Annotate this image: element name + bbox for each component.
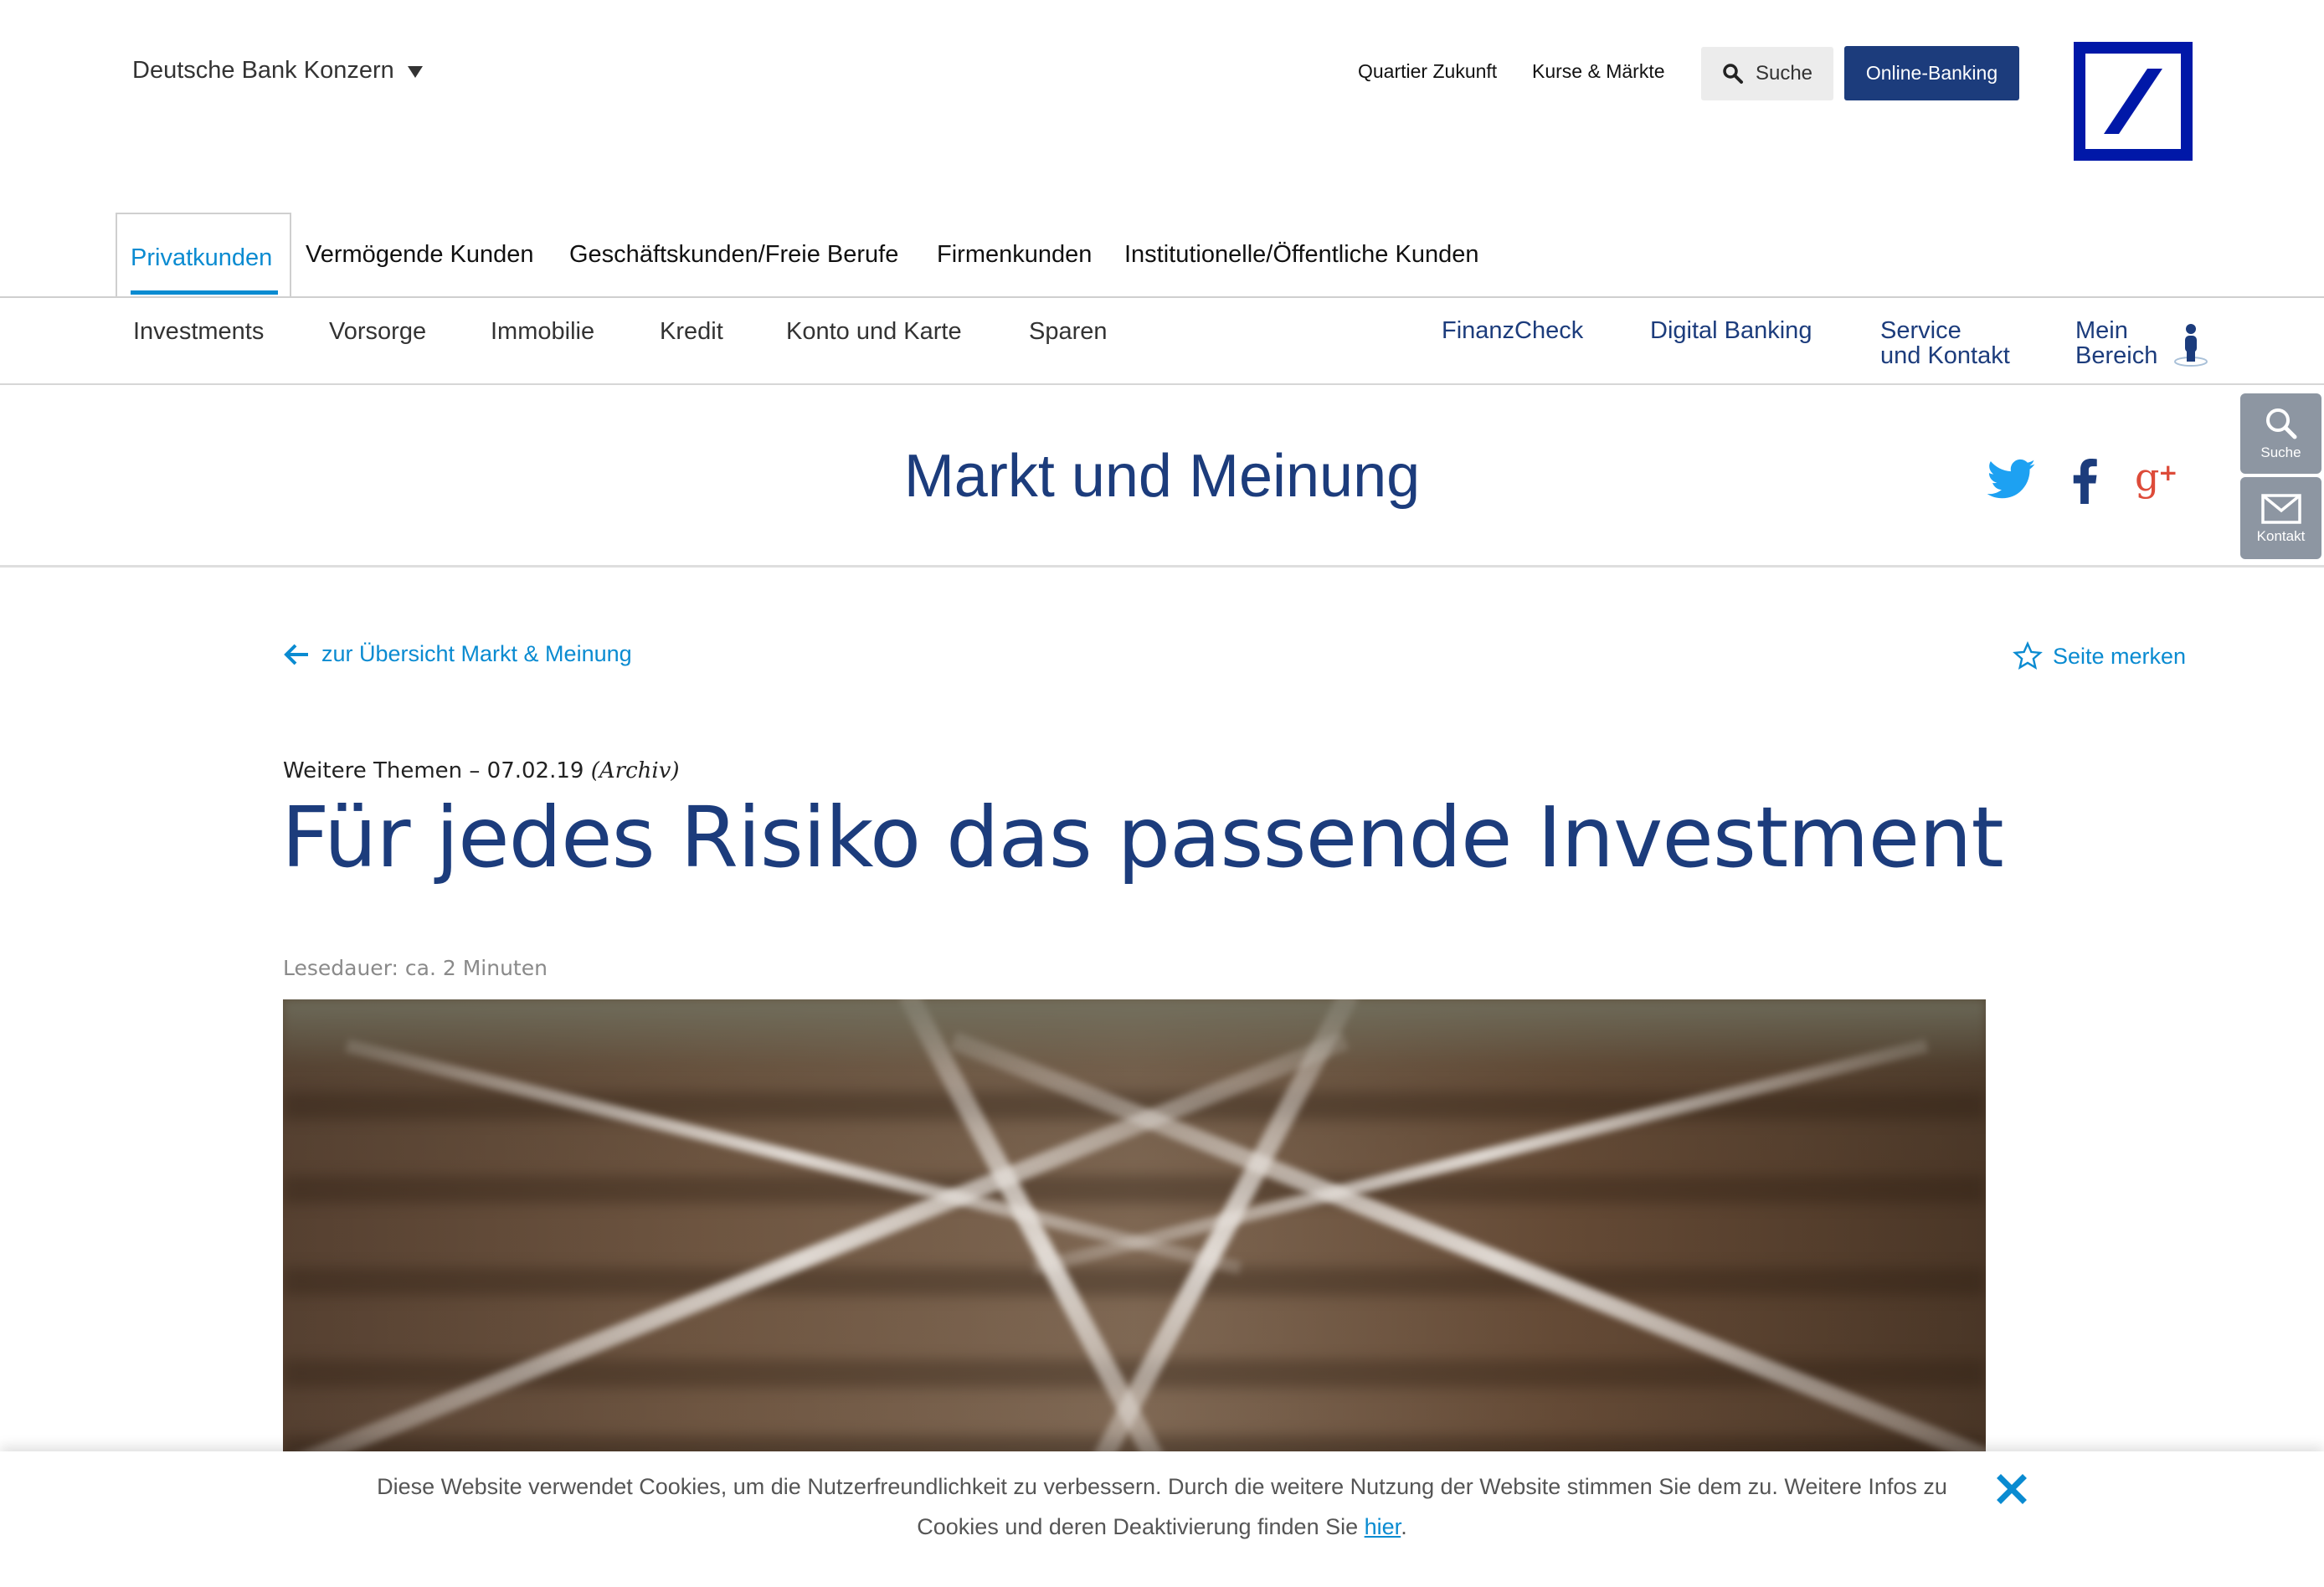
star-icon: [2013, 641, 2043, 670]
search-icon: [1723, 64, 1743, 84]
service-line-1: Service: [1880, 317, 1962, 344]
back-to-overview-link[interactable]: zur Übersicht Markt & Meinung: [283, 641, 632, 667]
svg-text:+: +: [2158, 459, 2177, 486]
konzern-dropdown[interactable]: Deutsche Bank Konzern: [132, 57, 423, 85]
chevron-down-icon: [407, 66, 423, 78]
subnav-vorsorge[interactable]: Vorsorge: [329, 318, 426, 346]
subnav-investments[interactable]: Investments: [133, 318, 264, 346]
article-category-date: Weitere Themen – 07.02.19: [283, 758, 584, 783]
close-icon[interactable]: [1992, 1470, 2031, 1508]
tab-firmenkunden[interactable]: Firmenkunden: [937, 241, 1092, 269]
divider: [0, 565, 2324, 568]
subnav-mein-bereich[interactable]: Mein Bereich: [2075, 318, 2209, 368]
active-tab-indicator: [131, 290, 278, 295]
service-line-2: und Kontakt: [1880, 342, 2010, 369]
subnav-kredit[interactable]: Kredit: [660, 318, 723, 346]
article-headline: Für jedes Risiko das passende Investment: [281, 788, 2004, 886]
subnav-konto-karte[interactable]: Konto und Karte: [786, 318, 962, 346]
cookie-text: Diese Website verwendet Cookies, um die …: [377, 1474, 1947, 1539]
side-contact-label: Kontakt: [2256, 528, 2306, 544]
side-contact-button[interactable]: Kontakt: [2240, 477, 2321, 559]
tab-geschaeftskunden[interactable]: Geschäftskunden/Freie Berufe: [569, 241, 898, 269]
facebook-icon[interactable]: [2072, 459, 2097, 504]
deutsche-bank-logo[interactable]: [2074, 42, 2193, 161]
logo-slash-icon: [2104, 69, 2162, 134]
subnav-immobilie[interactable]: Immobilie: [491, 318, 594, 346]
twitter-icon[interactable]: [1987, 459, 2036, 501]
google-plus-icon[interactable]: g +: [2135, 455, 2178, 502]
article-hero-image: [283, 999, 1986, 1468]
divider: [0, 383, 2324, 385]
tab-vermoegende-kunden[interactable]: Vermögende Kunden: [306, 241, 534, 269]
tab-institutionelle[interactable]: Institutionelle/Öffentliche Kunden: [1124, 241, 1478, 269]
cookie-info-link[interactable]: hier: [1365, 1514, 1401, 1539]
cookie-text-end: .: [1401, 1514, 1407, 1539]
bookmark-label: Seite merken: [2053, 643, 2187, 669]
archive-label: (Archiv): [590, 758, 680, 783]
subnav-finanzcheck[interactable]: FinanzCheck: [1442, 318, 1583, 343]
back-link-label: zur Übersicht Markt & Meinung: [321, 641, 632, 666]
cookie-message: Diese Website verwendet Cookies, um die …: [335, 1466, 1989, 1547]
side-search-button[interactable]: Suche: [2240, 393, 2321, 474]
mein-line-2: Bereich: [2075, 342, 2158, 369]
subnav-sparen[interactable]: Sparen: [1029, 318, 1108, 346]
search-button-label: Suche: [1755, 62, 1813, 85]
user-icon: [2174, 324, 2208, 367]
link-quartier-zukunft[interactable]: Quartier Zukunft: [1358, 60, 1497, 83]
online-banking-button[interactable]: Online-Banking: [1844, 46, 2019, 100]
link-kurse-maerkte[interactable]: Kurse & Märkte: [1532, 60, 1665, 83]
svg-text:g: g: [2135, 455, 2159, 500]
arrow-left-icon: [284, 644, 308, 665]
page-title: Markt und Meinung: [903, 443, 1421, 510]
side-search-label: Suche: [2260, 444, 2301, 460]
mail-icon: [2260, 494, 2301, 524]
tab-privatkunden[interactable]: Privatkunden: [131, 244, 272, 272]
subnav-digital-banking[interactable]: Digital Banking: [1650, 318, 1812, 343]
subnav-service-kontakt[interactable]: Service und Kontakt: [1880, 318, 2010, 368]
reading-time: Lesedauer: ca. 2 Minuten: [283, 956, 548, 980]
search-button[interactable]: Suche: [1701, 47, 1833, 100]
mein-line-1: Mein: [2075, 317, 2128, 344]
divider: [0, 296, 2324, 298]
article-meta: Weitere Themen – 07.02.19 (Archiv): [283, 758, 680, 783]
search-icon: [2265, 408, 2296, 439]
konzern-label: Deutsche Bank Konzern: [132, 57, 394, 84]
bookmark-page-link[interactable]: Seite merken: [2013, 641, 2186, 671]
